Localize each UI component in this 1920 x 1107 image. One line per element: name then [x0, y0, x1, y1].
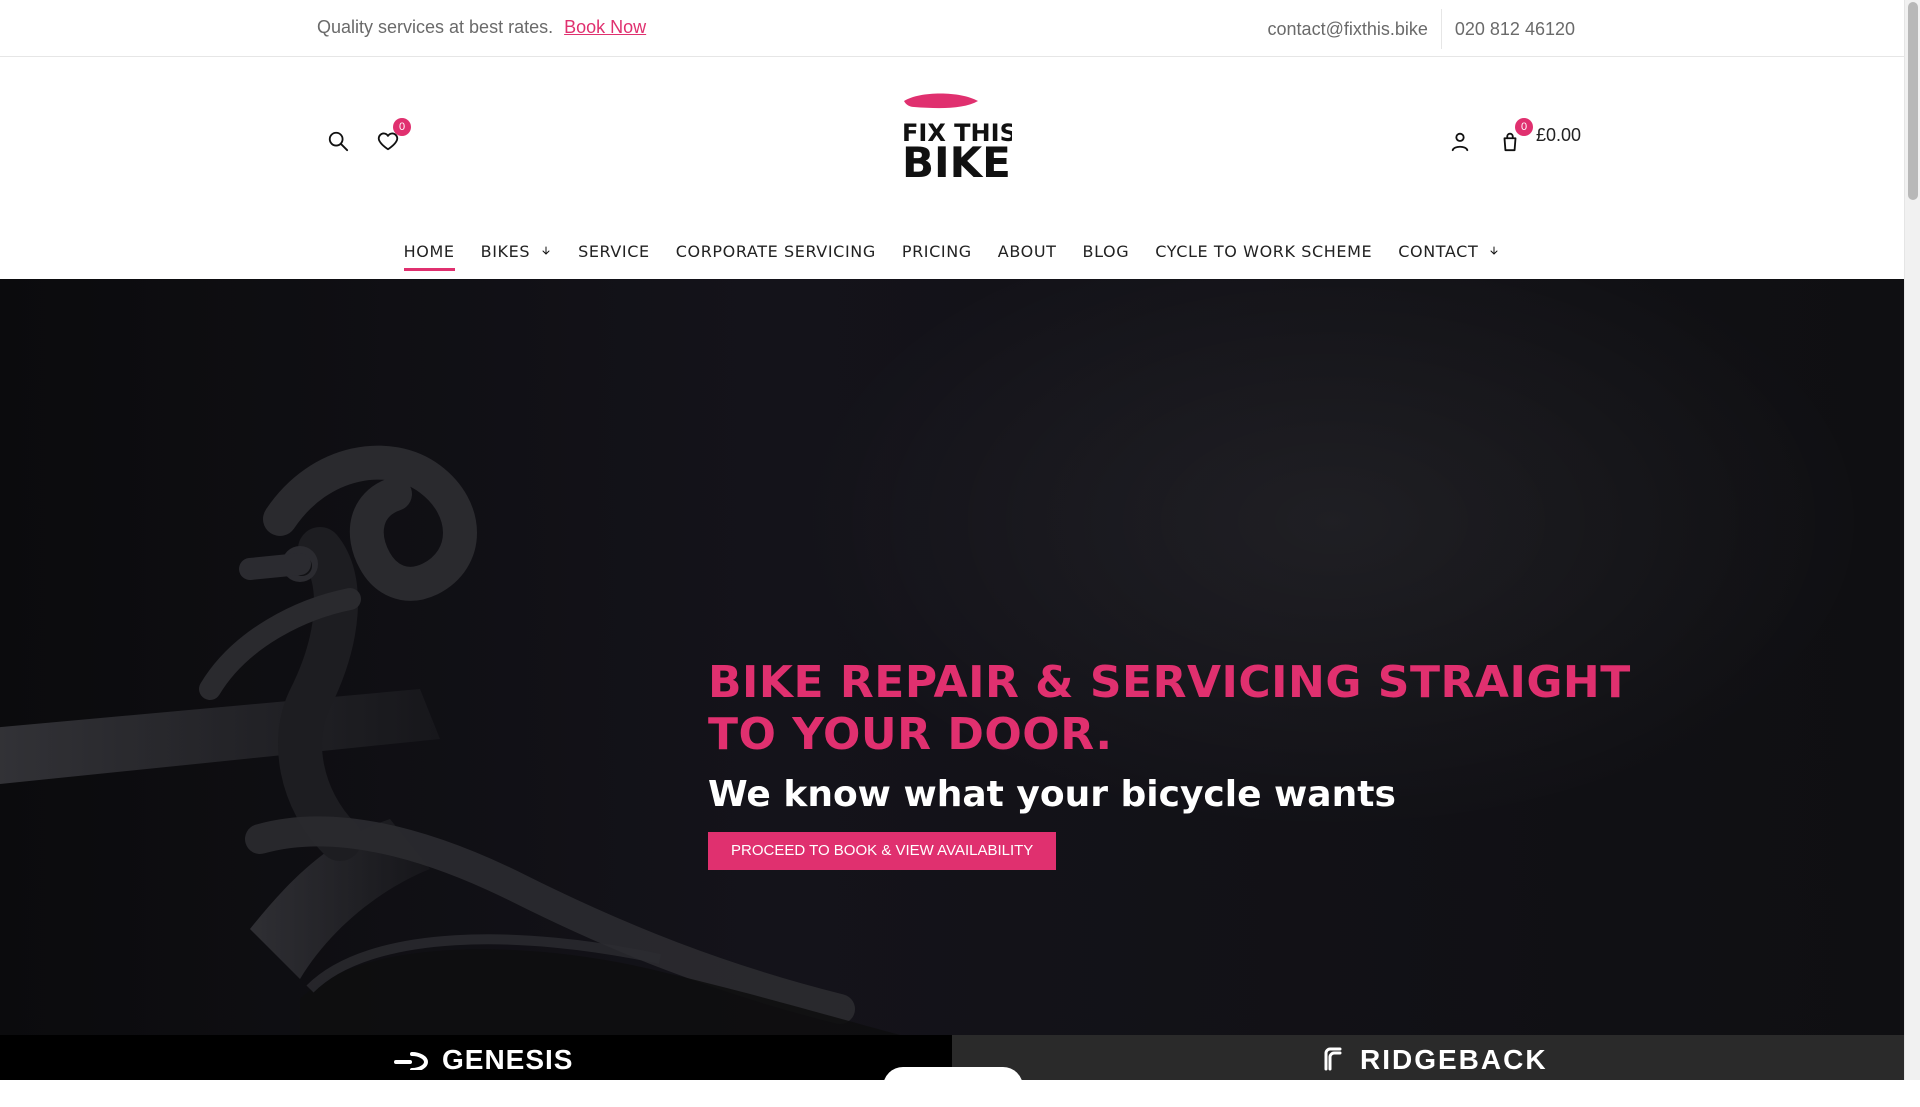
chevron-down-icon [1490, 246, 1498, 255]
search-button[interactable] [321, 124, 355, 158]
page: Quality services at best rates. Book Now… [0, 0, 1904, 1107]
nav-item-corporate-servicing[interactable]: CORPORATE SERVICING [676, 236, 876, 267]
account-button[interactable] [1443, 124, 1477, 158]
scrollbar-thumb[interactable] [1908, 2, 1918, 200]
contact-email[interactable]: contact@fixthis.bike [1268, 19, 1428, 40]
nav-label: BLOG [1082, 241, 1130, 261]
brand-left: GENESIS [0, 1035, 952, 1080]
cart-badge: 0 [1515, 118, 1533, 136]
topbar-left: Quality services at best rates. Book Now [317, 17, 646, 38]
hero-section: BIKE REPAIR & SERVICING STRAIGHT TO YOUR… [0, 279, 1904, 1035]
search-icon [328, 131, 349, 152]
nav-label: PRICING [901, 241, 972, 261]
brand-slider-handle[interactable] [883, 1067, 1023, 1107]
nav-label: SERVICE [578, 241, 650, 261]
nav-item-contact[interactable]: CONTACT [1398, 236, 1500, 267]
page-scrollbar[interactable] [1904, 0, 1920, 1080]
topbar-right: contact@fixthis.bike 020 812 46120 [1268, 9, 1575, 49]
brand-ridgeback: RIDGEBACK [1360, 1044, 1548, 1075]
wishlist-button[interactable]: 0 [371, 118, 411, 158]
brand-right: RIDGEBACK [952, 1035, 1904, 1080]
hero-title: BIKE REPAIR & SERVICING STRAIGHT TO YOUR… [708, 657, 1631, 760]
nav-item-home[interactable]: HOME [403, 236, 455, 271]
nav-item-cycle-to-work-scheme[interactable]: CYCLE TO WORK SCHEME [1155, 236, 1372, 267]
hero-subtitle: We know what your bicycle wants [708, 774, 1396, 815]
main-nav: HOME BIKES SERVICE CORPORATE SERVICING P… [0, 223, 1904, 279]
nav-label: CONTACT [1398, 241, 1479, 261]
cart-total[interactable]: £0.00 [1536, 125, 1581, 146]
site-logo[interactable]: FIX THIS BIKE [892, 91, 1017, 191]
ridgeback-mark-icon [1324, 1047, 1342, 1071]
top-bar: Quality services at best rates. Book Now… [0, 0, 1904, 57]
nav-item-bikes[interactable]: BIKES [481, 236, 552, 267]
nav-item-service[interactable]: SERVICE [578, 236, 650, 267]
svg-text:BIKE: BIKE [902, 138, 1011, 187]
site-header: 0 FIX THIS BIKE 0 £0.00 HOME BIKES SERVI… [0, 57, 1904, 279]
logo-graphic: FIX THIS BIKE [902, 93, 1017, 187]
wishlist-badge: 0 [393, 118, 411, 136]
nav-label: CYCLE TO WORK SCHEME [1155, 241, 1373, 261]
user-icon [1451, 132, 1469, 152]
book-cta-button[interactable]: PROCEED TO BOOK & VIEW AVAILABILITY [708, 832, 1057, 870]
genesis-mark-icon [394, 1052, 429, 1070]
chevron-down-icon [542, 246, 550, 255]
topbar-tagline: Quality services at best rates. [317, 17, 554, 37]
nav-label: HOME [403, 241, 455, 261]
nav-item-pricing[interactable]: PRICING [902, 236, 972, 267]
book-now-link[interactable]: Book Now [564, 17, 646, 37]
nav-item-blog[interactable]: BLOG [1083, 236, 1130, 267]
nav-label: BIKES [480, 241, 531, 261]
topbar-divider [1440, 9, 1442, 49]
contact-phone[interactable]: 020 812 46120 [1455, 19, 1575, 40]
cart-button[interactable]: 0 [1493, 118, 1533, 158]
nav-label: ABOUT [997, 241, 1057, 261]
nav-item-about[interactable]: ABOUT [998, 236, 1057, 267]
brand-genesis: GENESIS [442, 1044, 574, 1075]
nav-label: CORPORATE SERVICING [675, 241, 876, 261]
